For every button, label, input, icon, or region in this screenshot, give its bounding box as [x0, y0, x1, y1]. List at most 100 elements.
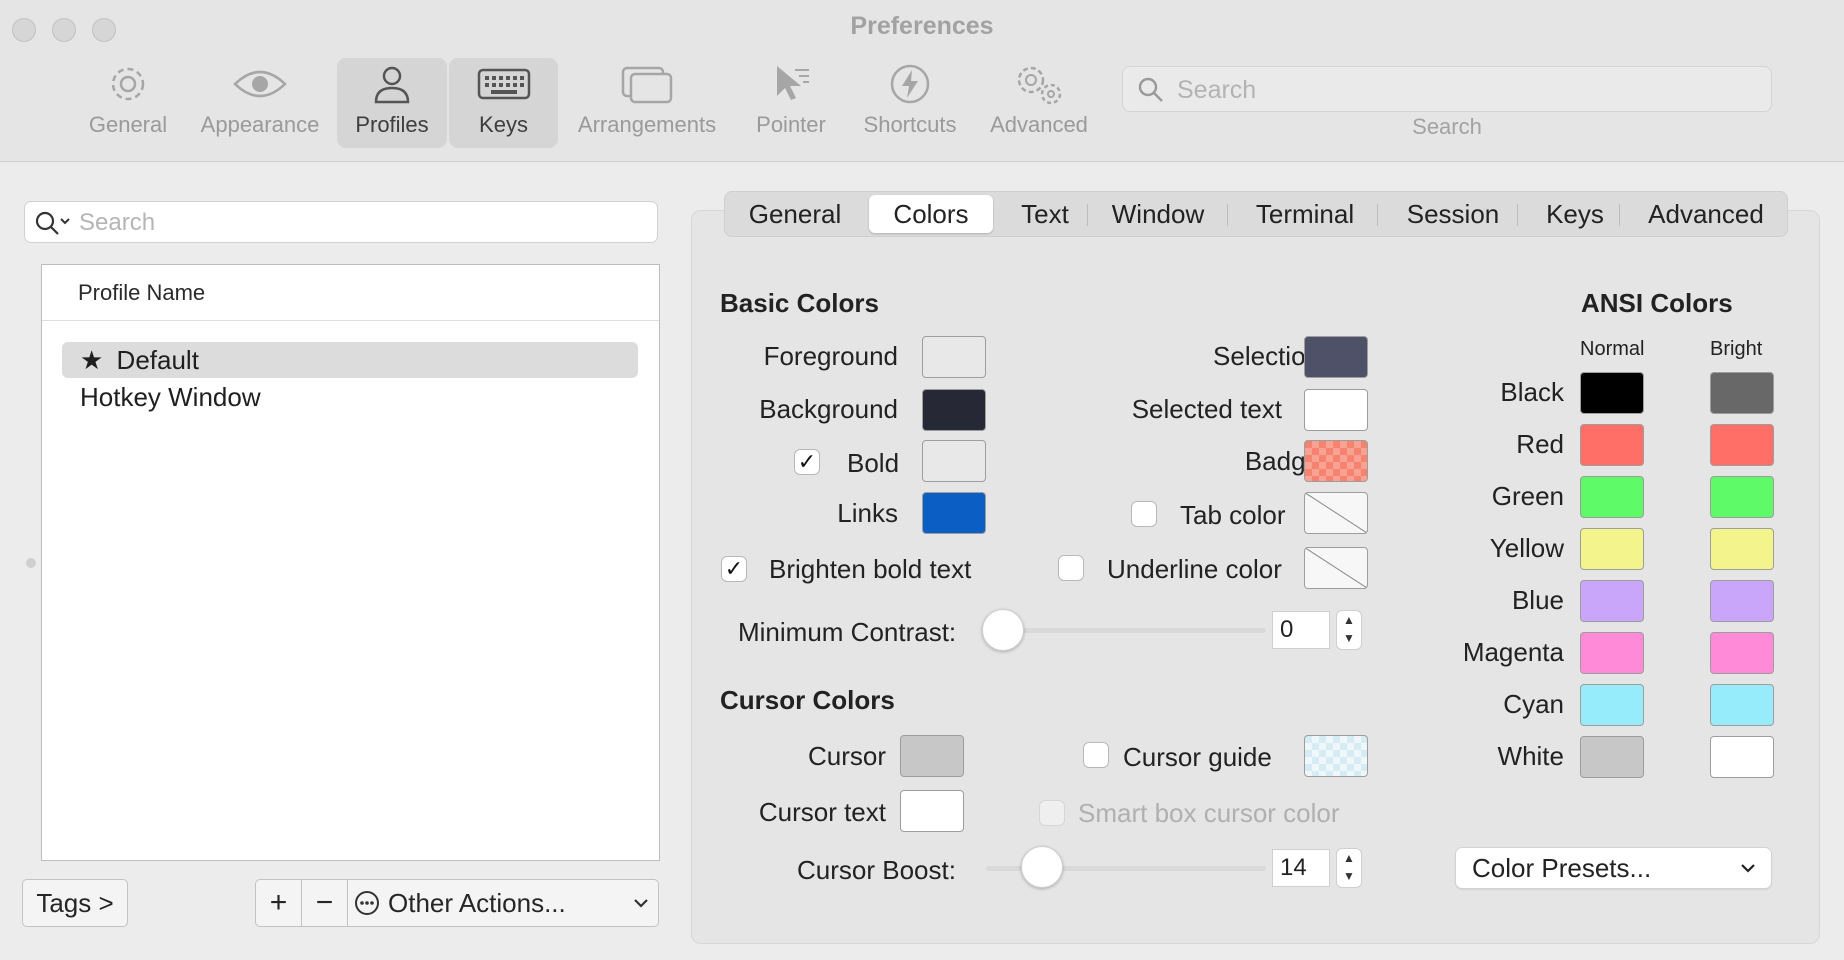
- selection-color-well[interactable]: [1304, 336, 1368, 378]
- tab-terminal[interactable]: Terminal: [1235, 195, 1375, 233]
- cursor-text-label: Cursor text: [758, 797, 886, 827]
- ansi-normal-color-well[interactable]: [1580, 580, 1644, 622]
- tab-advanced[interactable]: Advanced: [1631, 195, 1781, 233]
- tab-colors[interactable]: Colors: [869, 195, 993, 233]
- normal-column-header: Normal: [1580, 338, 1645, 360]
- chevron-down-icon: [1739, 848, 1757, 902]
- ansi-normal-color-well[interactable]: [1580, 476, 1644, 518]
- cursor-guide-label: Cursor guide: [1123, 742, 1272, 772]
- toolbar-advanced[interactable]: Advanced: [985, 58, 1093, 148]
- cursor-guide-color-well[interactable]: [1304, 735, 1368, 777]
- minimum-contrast-slider[interactable]: [982, 609, 1024, 651]
- cursor-boost-field[interactable]: 14: [1272, 849, 1330, 887]
- ansi-bright-color-well[interactable]: [1710, 684, 1774, 726]
- ansi-bright-color-well[interactable]: [1710, 528, 1774, 570]
- toolbar-arrangements[interactable]: Arrangements: [570, 58, 724, 148]
- bold-checkbox[interactable]: ✓: [794, 449, 820, 475]
- underline-color-well[interactable]: [1304, 547, 1368, 589]
- ansi-row-label: Magenta: [1462, 637, 1564, 667]
- tab-session[interactable]: Session: [1385, 195, 1521, 233]
- profile-row-hotkey-window[interactable]: Hotkey Window: [62, 379, 638, 415]
- tab-divider: [1087, 204, 1088, 226]
- window-title: Preferences: [850, 12, 994, 40]
- ansi-bright-color-well[interactable]: [1710, 372, 1774, 414]
- toolbar: Preferences General Appearance Profiles …: [0, 0, 1844, 162]
- tab-text[interactable]: Text: [997, 195, 1093, 233]
- search-caption: Search: [1412, 114, 1482, 139]
- profile-name-column-header[interactable]: Profile Name: [42, 265, 659, 321]
- ansi-bright-color-well[interactable]: [1710, 632, 1774, 674]
- toolbar-shortcuts[interactable]: Shortcuts: [857, 58, 963, 148]
- chevron-down-icon: [632, 890, 650, 923]
- eye-icon: [232, 58, 288, 110]
- cursor-boost-slider[interactable]: [1021, 846, 1064, 888]
- ansi-bright-color-well[interactable]: [1710, 476, 1774, 518]
- smart-box-cursor-checkbox[interactable]: [1039, 800, 1065, 826]
- color-presets-popup[interactable]: Color Presets...: [1455, 847, 1772, 889]
- brighten-bold-label: Brighten bold text: [769, 554, 972, 584]
- tab-divider: [1619, 204, 1620, 226]
- toolbar-general[interactable]: General: [78, 58, 178, 148]
- add-profile-button[interactable]: +: [256, 880, 302, 926]
- badge-color-well[interactable]: [1304, 440, 1368, 482]
- ansi-normal-color-well[interactable]: [1580, 424, 1644, 466]
- person-icon: [370, 58, 414, 110]
- bright-column-header: Bright: [1710, 338, 1763, 360]
- smart-box-cursor-label: Smart box cursor color: [1078, 798, 1340, 828]
- minimum-contrast-stepper[interactable]: ▲ ▼: [1336, 610, 1362, 650]
- search-icon: [1137, 76, 1165, 109]
- cursor-color-well[interactable]: [900, 735, 964, 777]
- ansi-normal-color-well[interactable]: [1580, 684, 1644, 726]
- toolbar-pointer[interactable]: Pointer: [742, 58, 840, 148]
- search-placeholder: Search: [1177, 76, 1257, 104]
- minimum-contrast-field[interactable]: 0: [1272, 611, 1330, 649]
- split-view-handle[interactable]: [26, 558, 36, 568]
- toolbar-profiles[interactable]: Profiles: [337, 58, 447, 148]
- underline-color-checkbox[interactable]: [1058, 555, 1084, 581]
- search-icon: [33, 209, 73, 242]
- ansi-bright-color-well[interactable]: [1710, 736, 1774, 778]
- gear-icon: [106, 58, 150, 110]
- profile-list: Profile Name ★ Default Hotkey Window: [41, 264, 660, 861]
- star-icon: ★: [80, 345, 104, 375]
- tab-window[interactable]: Window: [1099, 195, 1217, 233]
- foreground-label: Foreground: [763, 341, 898, 371]
- tags-button[interactable]: Tags >: [22, 879, 128, 927]
- ansi-bright-color-well[interactable]: [1710, 424, 1774, 466]
- basic-colors-heading: Basic Colors: [720, 288, 879, 318]
- links-color-well[interactable]: [922, 492, 986, 534]
- cursor-colors-heading: Cursor Colors: [720, 685, 895, 715]
- ansi-bright-color-well[interactable]: [1710, 580, 1774, 622]
- pointer-icon: [769, 58, 813, 110]
- profile-search-input[interactable]: Search: [24, 201, 658, 243]
- ansi-normal-color-well[interactable]: [1580, 632, 1644, 674]
- bold-color-well[interactable]: [922, 440, 986, 482]
- color-presets-label: Color Presets...: [1472, 853, 1652, 883]
- toolbar-search-field[interactable]: Search: [1122, 66, 1772, 112]
- toolbar-keys[interactable]: Keys: [449, 58, 558, 148]
- brighten-bold-checkbox[interactable]: ✓: [721, 556, 747, 582]
- profile-actions-group: + − Other Actions...: [255, 879, 659, 927]
- tab-keys[interactable]: Keys: [1525, 195, 1625, 233]
- ansi-normal-color-well[interactable]: [1580, 528, 1644, 570]
- cursor-label: Cursor: [807, 741, 886, 771]
- remove-profile-button[interactable]: −: [302, 880, 348, 926]
- cursor-guide-checkbox[interactable]: [1083, 742, 1109, 768]
- background-color-well[interactable]: [922, 389, 986, 431]
- tab-divider: [1227, 204, 1228, 226]
- profile-row-default[interactable]: ★ Default: [62, 342, 638, 378]
- ansi-normal-color-well[interactable]: [1580, 736, 1644, 778]
- cursor-boost-stepper[interactable]: ▲ ▼: [1336, 848, 1362, 888]
- tab-color-checkbox[interactable]: [1131, 501, 1157, 527]
- foreground-color-well[interactable]: [922, 336, 986, 378]
- other-actions-popup[interactable]: Other Actions...: [348, 880, 658, 926]
- selected-text-color-well[interactable]: [1304, 389, 1368, 431]
- toolbar-appearance[interactable]: Appearance: [193, 58, 327, 148]
- gears-icon: [1011, 58, 1067, 110]
- ansi-normal-color-well[interactable]: [1580, 372, 1644, 414]
- ansi-row-label: Red: [1516, 429, 1564, 459]
- search-placeholder: Search: [79, 209, 156, 236]
- tab-general[interactable]: General: [733, 195, 857, 233]
- cursor-text-color-well[interactable]: [900, 790, 964, 832]
- tab-color-well[interactable]: [1304, 492, 1368, 534]
